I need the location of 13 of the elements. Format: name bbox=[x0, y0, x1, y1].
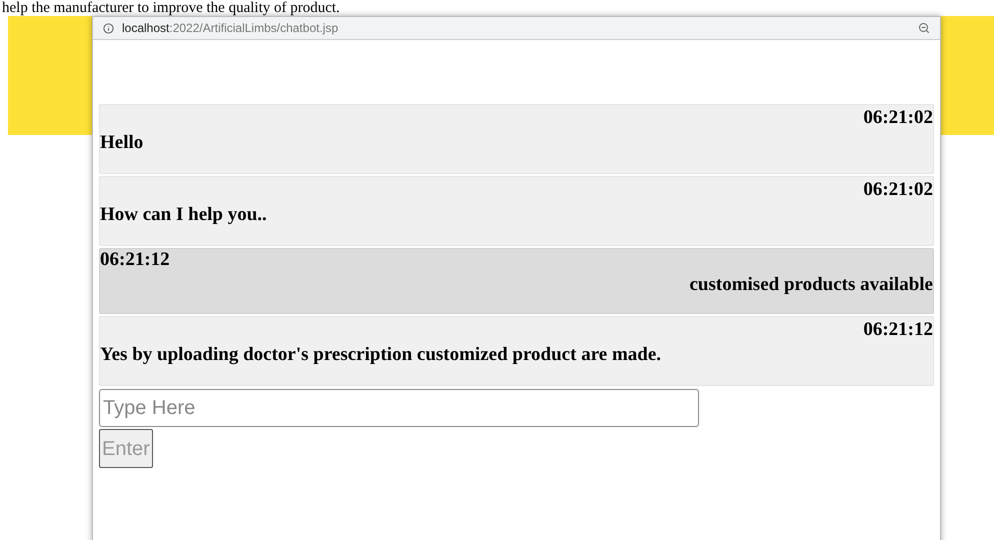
info-icon[interactable] bbox=[103, 22, 114, 34]
message-text: Yes by uploading doctor's prescription customized product are made. bbox=[100, 343, 662, 367]
message-text: Hello bbox=[100, 131, 144, 155]
message-time: 06:21:02 bbox=[862, 179, 933, 201]
message-time: 06:21:12 bbox=[100, 249, 171, 271]
zoom-out-icon[interactable] bbox=[918, 22, 930, 34]
message-text: How can I help you.. bbox=[100, 203, 268, 227]
url-text[interactable]: localhost:2022/ArtificialLimbs/chatbot.jsp bbox=[122, 19, 918, 37]
message-input[interactable]: Type Here bbox=[99, 389, 699, 427]
page-text: help the manufacturer to improve the quality of product. bbox=[1, 0, 340, 16]
message-time: 06:21:02 bbox=[862, 107, 933, 129]
message-time: 06:21:12 bbox=[862, 319, 933, 341]
message-text: customised products available bbox=[688, 273, 933, 297]
